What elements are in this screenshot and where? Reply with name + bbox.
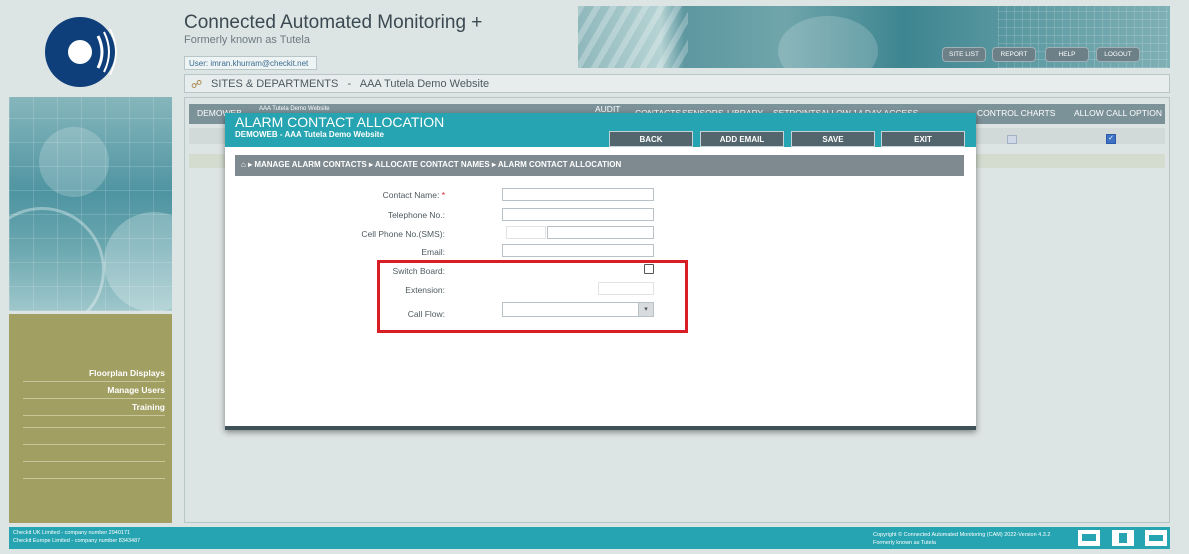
breadcrumb-section[interactable]: SITES & DEPARTMENTS <box>211 78 338 90</box>
telephone-label: Telephone No.: <box>387 210 445 220</box>
highlight-box <box>377 260 688 333</box>
footer-company-1: Checkit UK Limited - company number 2940… <box>13 530 131 536</box>
save-button[interactable]: SAVE <box>791 131 875 147</box>
contact-name-label: Contact Name: <box>382 190 440 200</box>
dialog-subtitle: DEMOWEB - AAA Tutela Demo Website <box>235 130 384 139</box>
sidebar-divider <box>23 444 165 445</box>
breadcrumb: ☍ SITES & DEPARTMENTS - AAA Tutela Demo … <box>184 74 1170 93</box>
add-email-button[interactable]: ADD EMAIL <box>700 131 784 147</box>
column-header: AAA Tutela Demo Website <box>259 106 330 112</box>
back-button[interactable]: BACK <box>609 131 693 147</box>
sidebar-item-training[interactable]: Training <box>23 402 165 416</box>
sites-icon: ☍ <box>191 79 203 91</box>
required-mark: * <box>441 190 445 200</box>
footer-copyright: Copyright © Connected Automated Monitori… <box>873 532 1051 538</box>
contact-name-input[interactable] <box>502 188 654 201</box>
cam-logo <box>45 17 117 87</box>
dialog-breadcrumb: ⌂ ▸ MANAGE ALARM CONTACTS ▸ ALLOCATE CON… <box>235 155 964 176</box>
site-list-button[interactable]: SITE LIST <box>943 48 985 61</box>
footer: Checkit UK Limited - company number 2940… <box>9 527 1170 549</box>
sidebar-divider <box>23 461 165 462</box>
cell-phone-label: Cell Phone No.(SMS): <box>361 229 445 239</box>
user-label: User: imran.khurram@checkit.net <box>184 56 317 70</box>
desktop-icon[interactable] <box>1078 530 1100 546</box>
dialog-title: ALARM CONTACT ALLOCATION <box>235 114 445 130</box>
column-header: ALLOW CALL OPTION <box>1074 108 1163 118</box>
email-input[interactable] <box>502 244 654 257</box>
logout-button[interactable]: LOGOUT <box>1097 48 1139 61</box>
report-button[interactable]: REPORT <box>993 48 1035 61</box>
dialog-breadcrumb-path[interactable]: MANAGE ALARM CONTACTS ▸ ALLOCATE CONTACT… <box>254 160 621 169</box>
sidebar-divider <box>23 478 165 479</box>
email-label: Email: <box>421 247 445 257</box>
app-title: Connected Automated Monitoring + <box>184 12 483 33</box>
home-icon[interactable]: ⌂ <box>241 160 246 169</box>
sidebar-divider <box>23 427 165 428</box>
footer-formerly: Formerly known as Tutela <box>873 540 936 546</box>
tablet-icon[interactable] <box>1112 530 1134 546</box>
breadcrumb-site: AAA Tutela Demo Website <box>359 78 490 90</box>
cell-phone-input[interactable] <box>547 226 654 239</box>
cell-phone-prefix-input[interactable] <box>506 226 546 239</box>
column-header: CONTROL CHARTS <box>977 108 1056 118</box>
dialog-header: ALARM CONTACT ALLOCATION DEMOWEB - AAA T… <box>225 113 976 147</box>
sidebar-item-manage-users[interactable]: Manage Users <box>23 385 165 399</box>
exit-button[interactable]: EXIT <box>881 131 965 147</box>
allow-call-option-checkbox[interactable]: ✓ <box>1106 134 1116 144</box>
sidebar-nav: Floorplan Displays Manage Users Training <box>9 314 172 523</box>
telephone-input[interactable] <box>502 208 654 221</box>
footer-company-2: Checkit Europe Limited - company number … <box>13 538 141 544</box>
sidebar-item-floorplan-displays[interactable]: Floorplan Displays <box>23 368 165 382</box>
app-subtitle: Formerly known as Tutela <box>184 34 310 46</box>
control-charts-checkbox[interactable] <box>1007 135 1017 144</box>
mobile-icon[interactable] <box>1145 530 1167 546</box>
sidebar-image <box>9 97 172 311</box>
help-button[interactable]: HELP <box>1046 48 1088 61</box>
breadcrumb-separator: - <box>347 78 352 90</box>
